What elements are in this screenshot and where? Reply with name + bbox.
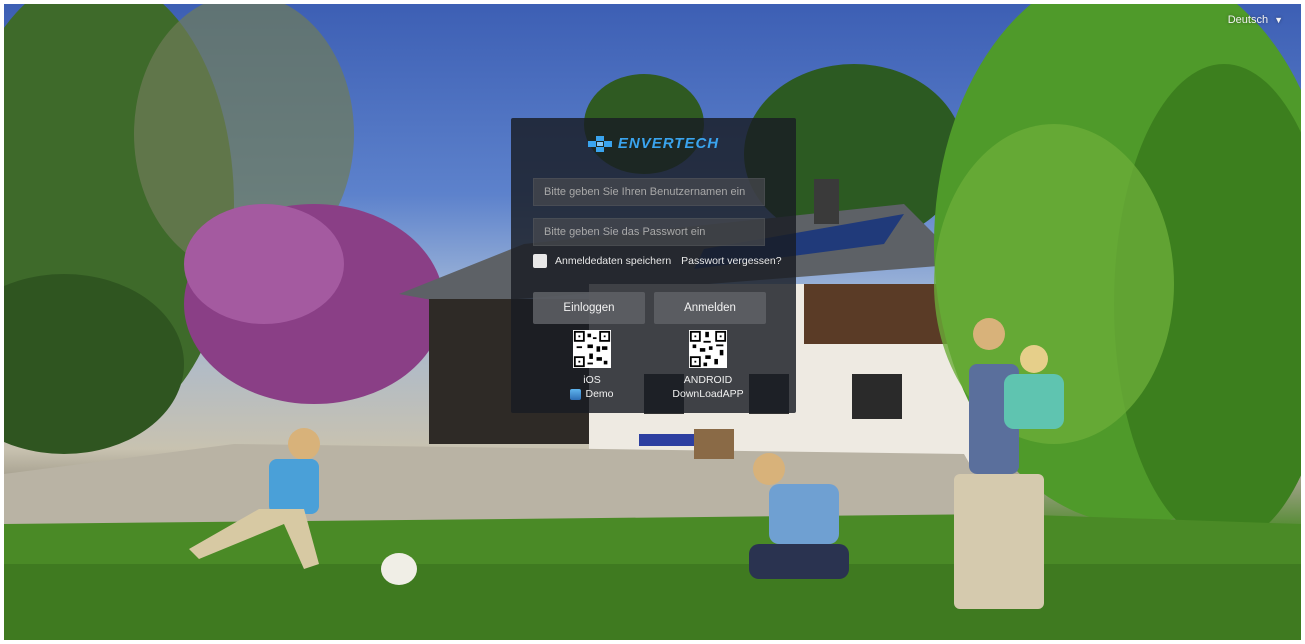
username-input[interactable] (533, 178, 765, 206)
login-panel: ENVERTECH Anmeldedaten speichern Passwor… (511, 118, 796, 413)
remember-checkbox[interactable] (533, 254, 547, 268)
ios-qr-code-icon (573, 330, 611, 368)
envertech-logo-icon (587, 135, 612, 152)
password-input[interactable] (533, 218, 765, 246)
ios-app-column: iOS Demo (542, 330, 642, 400)
language-selector[interactable]: Deutsch ▼ (1228, 14, 1283, 26)
android-label: ANDROID (683, 374, 733, 386)
caret-down-icon: ▼ (1274, 15, 1283, 25)
register-button[interactable]: Anmelden (654, 292, 766, 324)
remember-row: Anmeldedaten speichern Passwort vergesse… (533, 254, 782, 268)
android-download-link[interactable]: DownLoadAPP (658, 388, 758, 400)
android-qr-code-icon (689, 330, 727, 368)
brand-name: ENVERTECH (617, 135, 720, 152)
android-app-column: ANDROID DownLoadAPP (658, 330, 758, 400)
login-button[interactable]: Einloggen (533, 292, 645, 324)
forgot-password-link[interactable]: Passwort vergessen? (681, 255, 781, 267)
ios-sub-label: Demo (585, 388, 614, 400)
android-sub-label: DownLoadAPP (672, 388, 744, 400)
language-label: Deutsch (1227, 14, 1269, 26)
ios-label: iOS (583, 374, 601, 386)
demo-app-icon (570, 388, 582, 400)
brand-logo: ENVERTECH (511, 135, 796, 152)
ios-demo-link[interactable]: Demo (542, 388, 642, 400)
remember-label: Anmeldedaten speichern (555, 255, 672, 267)
